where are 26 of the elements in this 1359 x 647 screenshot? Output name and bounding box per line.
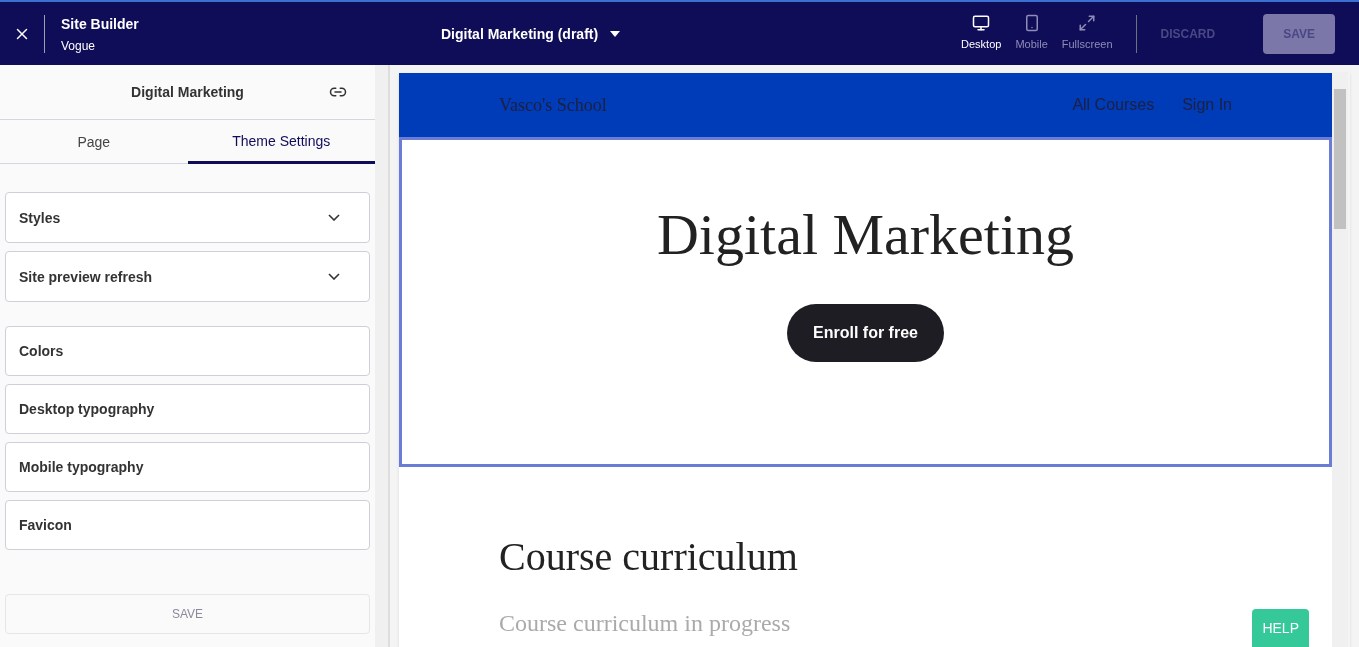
app-title: Site Builder bbox=[61, 14, 140, 34]
hero-title: Digital Marketing bbox=[656, 206, 1075, 264]
settings-item[interactable]: Mobile typography bbox=[5, 442, 370, 492]
device-tab[interactable]: Mobile bbox=[1008, 14, 1055, 53]
sidebar-scrollbar[interactable] bbox=[375, 65, 390, 647]
chevron-icon bbox=[328, 214, 340, 221]
chevron-icon bbox=[328, 273, 340, 280]
preview-scrollbar[interactable] bbox=[1332, 73, 1348, 647]
settings-item[interactable]: Favicon bbox=[5, 500, 370, 550]
site-name: Vogue bbox=[61, 37, 97, 54]
section-heading: Course curriculum bbox=[499, 537, 799, 577]
caret-icon bbox=[610, 30, 621, 37]
accordion-header[interactable]: Site preview refresh bbox=[5, 251, 370, 302]
section-text: Course curriculum in progress bbox=[499, 609, 792, 638]
desktop-icon bbox=[972, 14, 991, 33]
sidebar-title: Digital Marketing bbox=[131, 83, 244, 102]
settings-item[interactable]: Desktop typography bbox=[5, 384, 370, 434]
page-selector[interactable]: Digital Marketing (draft) bbox=[441, 23, 621, 44]
settings-item[interactable]: Colors bbox=[5, 326, 370, 376]
fullscreen-icon bbox=[1078, 14, 1097, 33]
device-tab[interactable]: Desktop bbox=[954, 14, 1009, 53]
enroll-button[interactable]: Enroll for free bbox=[787, 304, 944, 362]
scrollbar-thumb[interactable] bbox=[1334, 89, 1346, 229]
device-tab[interactable]: Fullscreen bbox=[1054, 14, 1120, 53]
sidebar-tab[interactable]: Page bbox=[0, 120, 188, 164]
accordion-header[interactable]: Styles bbox=[5, 192, 370, 243]
